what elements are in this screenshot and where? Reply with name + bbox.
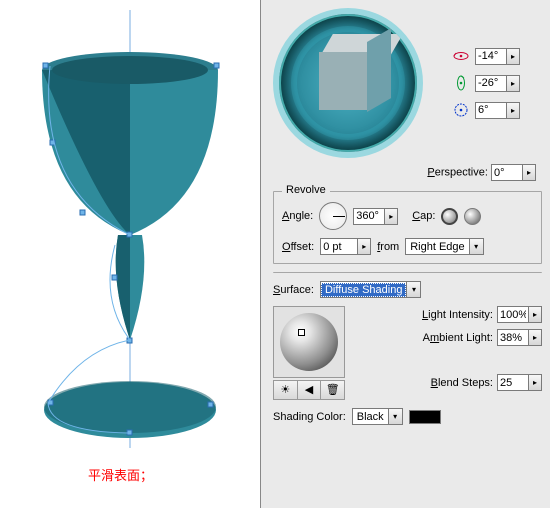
ambient-label: Ambient Light:: [423, 332, 493, 344]
offset-label: Offset:: [282, 241, 314, 253]
new-light-button[interactable]: ☀: [274, 381, 298, 399]
surface-select[interactable]: Diffuse Shading▾: [320, 281, 421, 298]
rotate-y-row: ▸: [453, 75, 520, 92]
3d-preview[interactable]: [273, 8, 423, 158]
ambient-input[interactable]: ▸: [497, 329, 542, 346]
cap-off-button[interactable]: [464, 208, 481, 225]
cube-icon: [319, 52, 389, 122]
canvas-viewport: 平滑表面；: [0, 0, 260, 508]
light-buttons: ☀ ◀ 🗑: [273, 380, 345, 400]
goblet-preview: [0, 0, 260, 470]
perspective-row: Perspective: ▸: [273, 164, 536, 181]
blend-input[interactable]: ▸: [497, 374, 542, 391]
cap-on-button[interactable]: [441, 208, 458, 225]
shading-color-select[interactable]: Black▾: [352, 408, 403, 425]
delete-light-button[interactable]: 🗑: [321, 381, 344, 399]
blend-label: Blend Steps:: [431, 377, 493, 389]
angle-dial[interactable]: [319, 202, 347, 230]
surface-label: Surface:: [273, 284, 314, 296]
rotate-z-input[interactable]: ▸: [475, 102, 520, 119]
rotate-x-row: ▸: [453, 48, 520, 65]
shading-color-chip[interactable]: [409, 410, 441, 424]
revolve-group: Revolve Angle: ▸ Cap: Offset: ▸ from Rig…: [273, 191, 542, 264]
cap-label: Cap:: [412, 210, 435, 222]
surface-group: Surface: Diffuse Shading▾ ☀ ◀ 🗑 Light In…: [273, 272, 542, 425]
rotate-y-icon: [453, 75, 469, 91]
rotate-z-icon: [453, 102, 469, 118]
light-spot[interactable]: [298, 329, 305, 336]
from-label: from: [377, 241, 399, 253]
light-intensity-input[interactable]: ▸: [497, 306, 542, 323]
rotate-x-icon: [453, 48, 469, 64]
perspective-input[interactable]: ▸: [491, 164, 536, 181]
light-preview[interactable]: [273, 306, 345, 378]
light-intensity-label: Light Intensity:: [422, 309, 493, 321]
rotate-x-input[interactable]: ▸: [475, 48, 520, 65]
angle-input[interactable]: ▸: [353, 208, 398, 225]
rotate-z-row: ▸: [453, 102, 520, 119]
from-select[interactable]: Right Edge▾: [405, 238, 483, 255]
move-back-button[interactable]: ◀: [298, 381, 322, 399]
angle-label: Angle:: [282, 210, 313, 222]
offset-input[interactable]: ▸: [320, 238, 371, 255]
caption-text: 平滑表面；: [88, 465, 153, 484]
rotate-y-input[interactable]: ▸: [475, 75, 520, 92]
revolve-legend: Revolve: [282, 184, 330, 196]
perspective-label-und: P: [427, 166, 434, 178]
shading-color-label: Shading Color:: [273, 411, 346, 423]
options-panel: ▸ ▸ ▸ Perspective: ▸ Revolve Angle: ▸ Ca…: [260, 0, 550, 508]
